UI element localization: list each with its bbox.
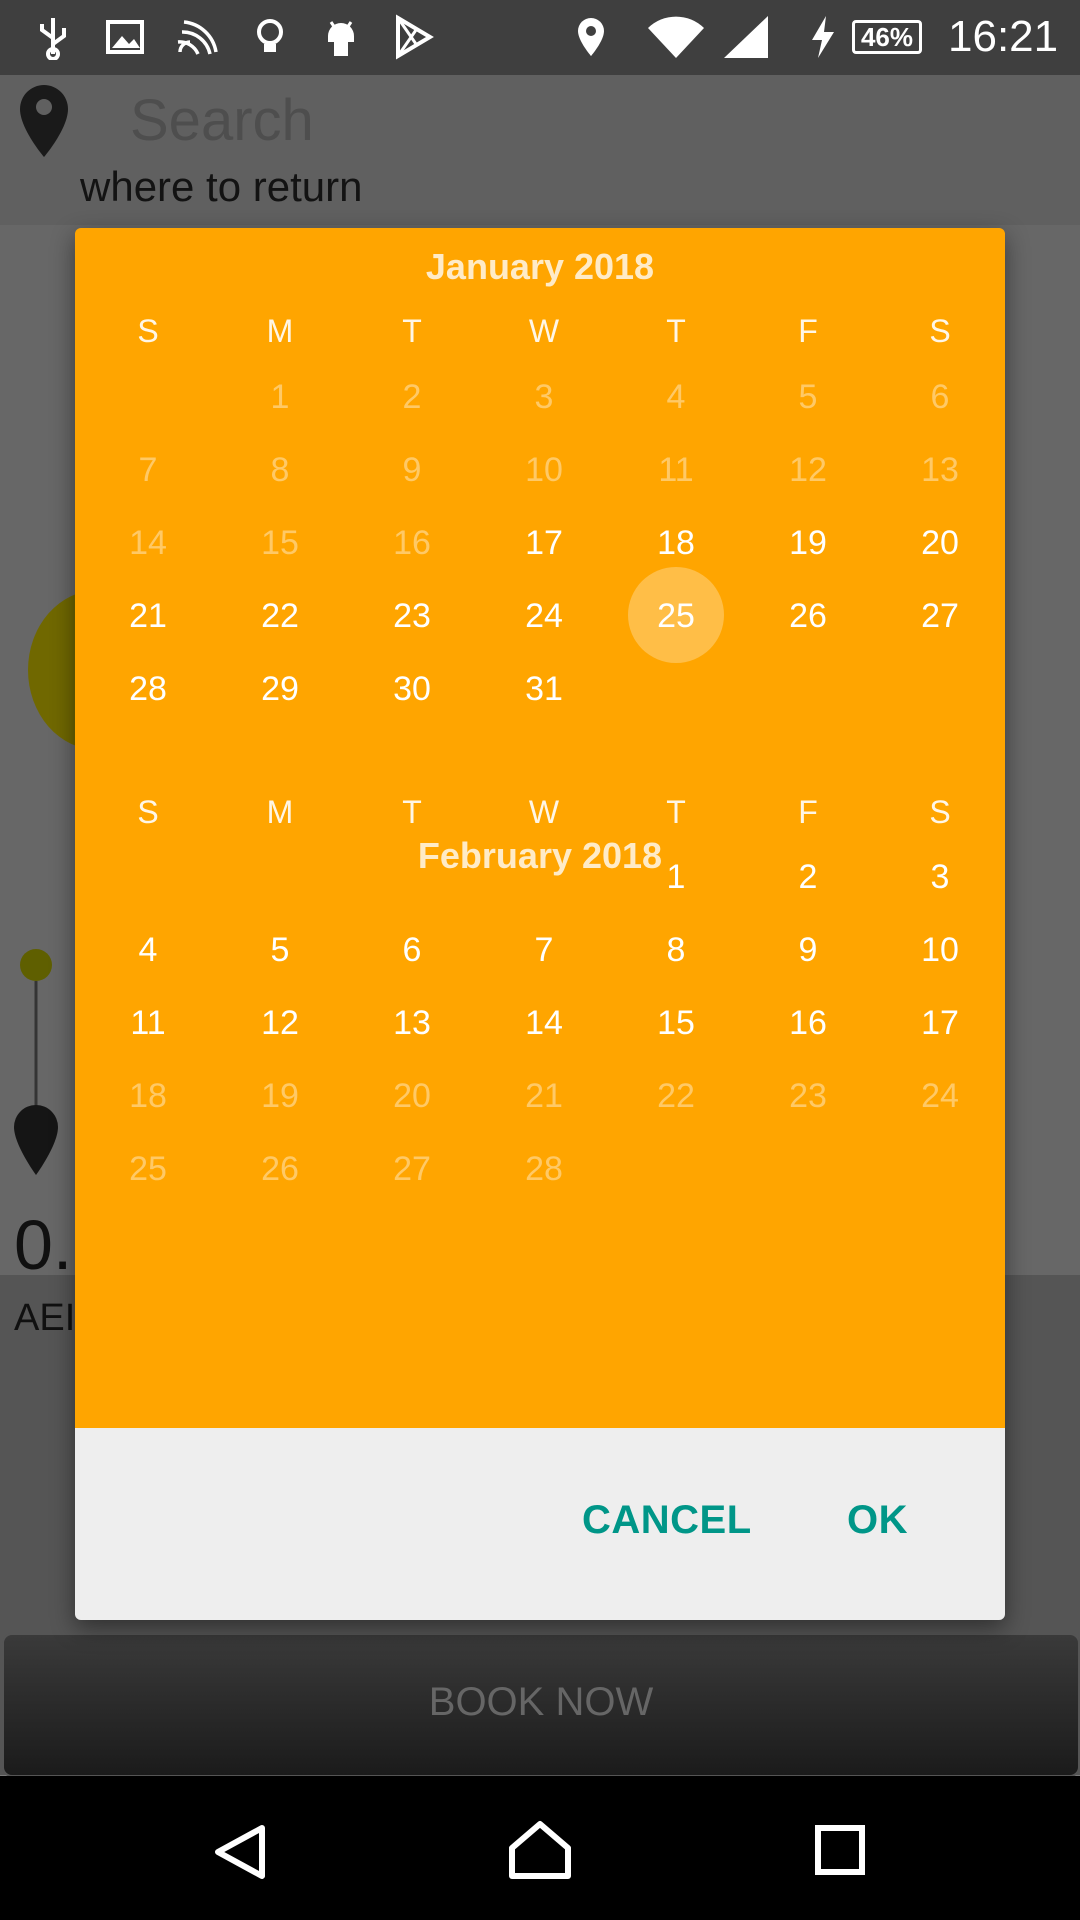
calendar-day[interactable]: 16 [742, 1004, 874, 1043]
calendar-day[interactable]: 21 [82, 597, 214, 636]
calendar-day: 24 [921, 1077, 959, 1115]
weekday-label: T [666, 794, 686, 830]
cast-icon [177, 20, 218, 55]
signal-icon [724, 16, 768, 58]
calendar-day[interactable]: 27 [874, 597, 1005, 636]
wifi-icon [648, 16, 704, 59]
calendar-day: 18 [129, 1077, 167, 1115]
calendar-day[interactable]: 1 [610, 858, 742, 897]
image-icon [106, 20, 144, 54]
calendar-day: 14 [129, 524, 167, 562]
calendar-day[interactable]: 17 [478, 524, 610, 563]
status-bar: 46% 16:21 [0, 0, 1080, 75]
calendar-day[interactable]: 15 [610, 1004, 742, 1043]
calendar-day: 26 [261, 1150, 299, 1188]
calendar-day: 12 [789, 451, 827, 489]
calendar-day[interactable]: 13 [346, 1004, 478, 1043]
weekday-label: S [137, 794, 159, 830]
calendar-grid: January 2018 February 2018 SMTWTFS123456… [75, 228, 1005, 1428]
weekday-label: W [528, 794, 560, 830]
weekday-label: T [402, 313, 422, 349]
calendar-day: 3 [534, 378, 554, 416]
calendar-day: 6 [930, 378, 950, 416]
calendar-day: 28 [525, 1150, 563, 1188]
calendar-day[interactable]: 8 [610, 931, 742, 970]
calendar-day: 1 [270, 378, 290, 416]
calendar-day: 7 [138, 451, 158, 489]
calendar-day: 11 [658, 451, 694, 489]
calendar-day[interactable]: 23 [346, 597, 478, 636]
weekday-label: F [798, 794, 818, 830]
play-store-icon [396, 14, 434, 60]
calendar-day[interactable]: 9 [742, 931, 874, 970]
calendar-day: 22 [657, 1077, 695, 1115]
calendar-day[interactable]: 14 [478, 1004, 610, 1043]
weekday-label: S [929, 794, 951, 830]
calendar-day[interactable]: 17 [874, 1004, 1005, 1043]
calendar-day: 19 [261, 1077, 299, 1115]
calendar-day: 16 [393, 524, 431, 562]
weekday-label: M [266, 794, 294, 830]
calendar-day: 15 [261, 524, 299, 562]
calendar-day: 25 [129, 1150, 167, 1188]
calendar-day: 21 [525, 1077, 563, 1115]
weekday-label: F [798, 313, 818, 349]
calendar-day[interactable]: 6 [346, 931, 478, 970]
charging-icon [812, 16, 834, 58]
calendar-day[interactable]: 29 [214, 670, 346, 709]
month-title-january: January 2018 [425, 246, 655, 287]
weekday-label: T [402, 794, 422, 830]
calendar-day: 23 [789, 1077, 827, 1115]
calendar-day[interactable]: 5 [214, 931, 346, 970]
calendar-day[interactable]: 24 [478, 597, 610, 636]
weekday-label: W [528, 313, 560, 349]
dialog-actions: CANCEL OK [75, 1428, 1005, 1620]
weekday-label: T [666, 313, 686, 349]
calendar-day[interactable]: 3 [874, 858, 1005, 897]
weekday-label: S [137, 313, 159, 349]
calendar-day: 20 [393, 1077, 431, 1115]
calendar-day: 27 [393, 1150, 431, 1188]
date-picker-dialog: January 2018 February 2018 SMTWTFS123456… [75, 228, 1005, 1620]
calendar-day: 5 [798, 378, 818, 416]
calendar-day: 9 [402, 451, 422, 489]
calendar-day[interactable]: 4 [82, 931, 214, 970]
recents-icon[interactable] [814, 1824, 866, 1876]
book-now-button[interactable]: BOOK NOW [2, 1633, 1080, 1777]
weekday-label: M [266, 313, 294, 349]
calendar-day[interactable]: 30 [346, 670, 478, 709]
clock: 16:21 [948, 12, 1059, 61]
calendar-day[interactable]: 31 [478, 670, 610, 709]
calendar-day: 2 [402, 378, 422, 416]
bulb-icon [257, 19, 283, 52]
calendar-day[interactable]: 10 [874, 931, 1005, 970]
android-icon [328, 21, 354, 56]
calendar-day[interactable]: 19 [742, 524, 874, 563]
calendar-day[interactable]: 2 [742, 858, 874, 897]
calendar-day[interactable]: 11 [82, 1004, 214, 1043]
calendar-day[interactable]: 20 [874, 524, 1005, 563]
navigation-bar [0, 1776, 1080, 1920]
battery-level: 46% [852, 20, 922, 54]
calendar-day: 10 [525, 451, 563, 489]
book-now-label: BOOK NOW [428, 1680, 654, 1724]
usb-icon [40, 18, 66, 60]
calendar-day[interactable]: 7 [478, 931, 610, 970]
calendar-day[interactable]: 18 [610, 524, 742, 563]
calendar-day[interactable]: 22 [214, 597, 346, 636]
cancel-button[interactable]: CANCEL [582, 1498, 752, 1543]
back-icon[interactable] [212, 1824, 268, 1880]
calendar-day: 13 [921, 451, 959, 489]
calendar-day: 4 [666, 378, 686, 416]
calendar-day: 8 [270, 451, 290, 489]
ok-button[interactable]: OK [847, 1498, 908, 1543]
weekday-label: S [929, 313, 951, 349]
calendar-day[interactable]: 28 [82, 670, 214, 709]
home-icon[interactable] [508, 1820, 572, 1880]
location-icon [578, 18, 604, 56]
calendar-day[interactable]: 26 [742, 597, 874, 636]
calendar-day[interactable]: 12 [214, 1004, 346, 1043]
selected-day[interactable]: 25 [610, 597, 742, 636]
